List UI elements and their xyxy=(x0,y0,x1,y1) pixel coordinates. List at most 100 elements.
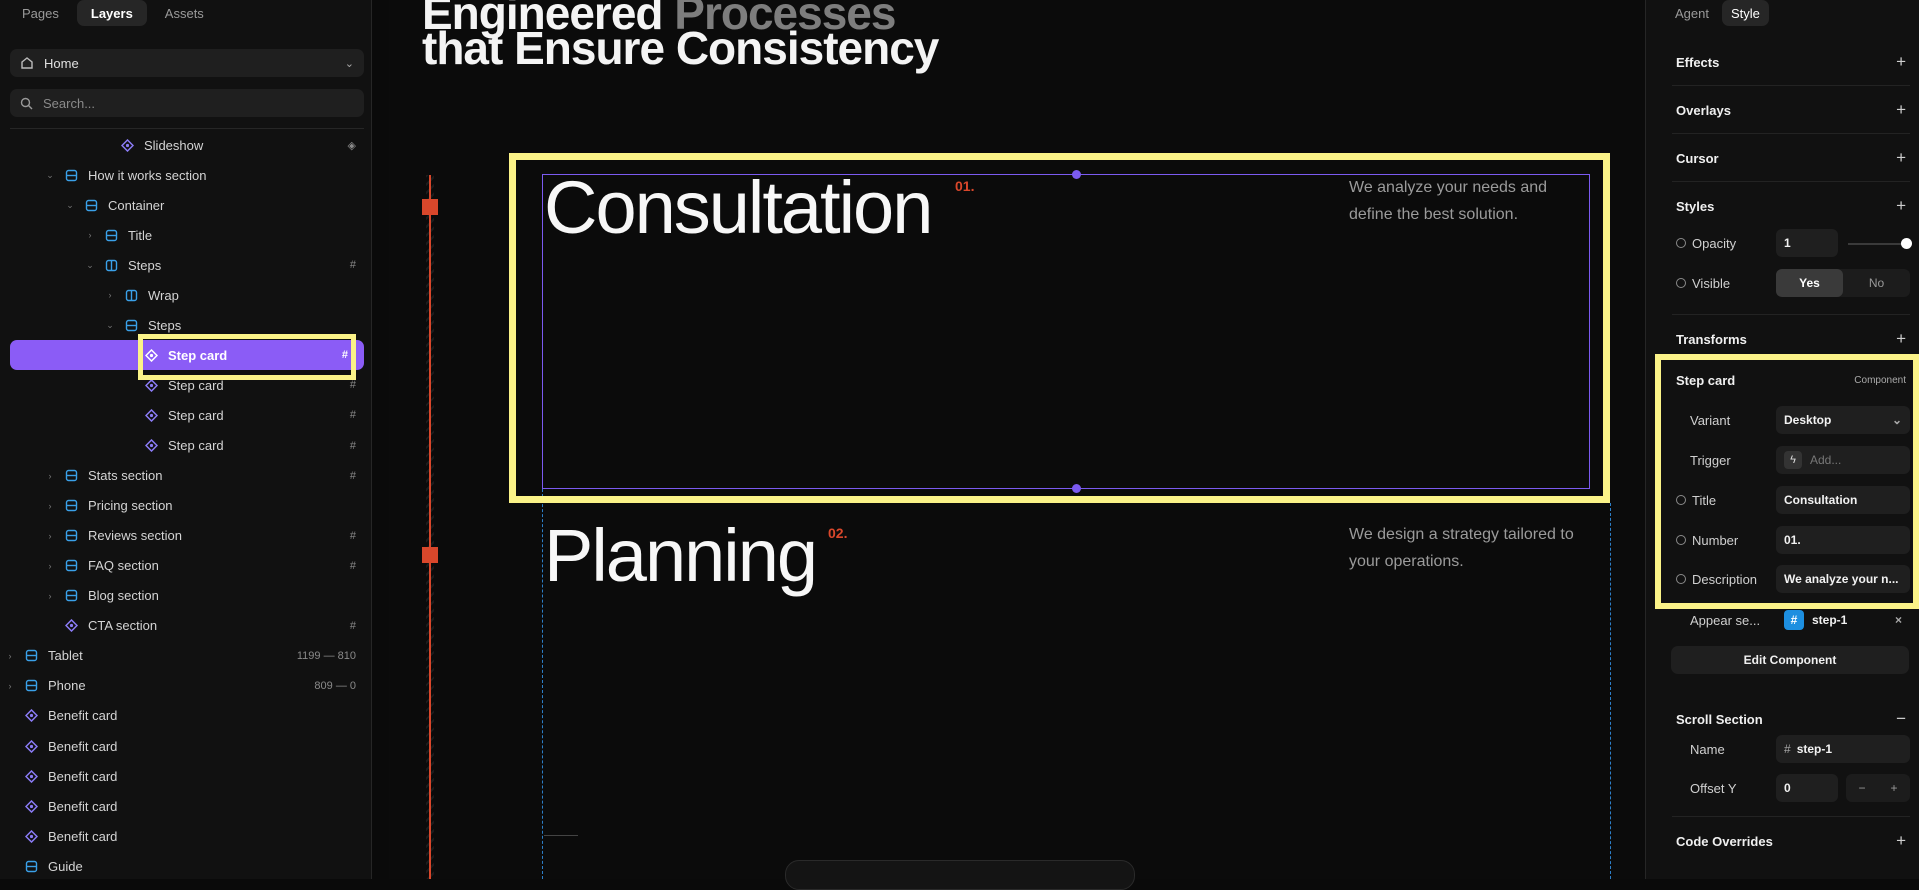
disclosure-arrow-icon[interactable]: › xyxy=(4,651,16,661)
overlays-section[interactable]: Overlays + xyxy=(1676,100,1906,120)
layer-label: Step card xyxy=(168,407,224,423)
layer-item[interactable]: ⌄ How it works section xyxy=(0,160,372,190)
layer-item[interactable]: › Stats section # xyxy=(0,461,372,491)
layer-item[interactable]: › Blog section xyxy=(0,581,372,611)
stack-icon xyxy=(84,198,98,212)
scroll-section-header[interactable]: Scroll Section − xyxy=(1676,709,1906,729)
layer-item[interactable]: › Reviews section # xyxy=(0,521,372,551)
frame-icon: # xyxy=(349,259,356,272)
disclosure-arrow-icon[interactable]: › xyxy=(84,230,96,240)
appear-value-field[interactable]: # step-1 × xyxy=(1776,606,1910,634)
tab-assets[interactable]: Assets xyxy=(151,0,218,26)
minus-icon[interactable]: − xyxy=(1846,774,1878,802)
disclosure-arrow-icon[interactable]: ⌄ xyxy=(84,260,96,271)
layer-item[interactable]: ⌄ Steps # xyxy=(0,250,372,280)
plus-icon[interactable]: + xyxy=(1878,774,1910,802)
scroll-name-input[interactable]: # step-1 xyxy=(1776,735,1910,763)
variable-icon[interactable] xyxy=(1676,238,1686,248)
slider-thumb[interactable] xyxy=(1901,238,1912,249)
tab-layers[interactable]: Layers xyxy=(76,0,147,26)
layer-item[interactable]: Step card # xyxy=(0,431,372,461)
layer-label: How it works section xyxy=(88,167,207,183)
disclosure-arrow-icon[interactable]: › xyxy=(44,471,56,481)
layer-item[interactable]: Benefit card xyxy=(0,731,372,761)
layer-item[interactable]: ⌄ Container xyxy=(0,190,372,220)
minus-icon[interactable]: − xyxy=(1896,709,1906,729)
disclosure-arrow-icon[interactable]: ⌄ xyxy=(104,320,116,331)
tab-agent[interactable]: Agent xyxy=(1666,0,1718,26)
plus-icon[interactable]: + xyxy=(1896,148,1906,168)
layer-label: Pricing section xyxy=(88,498,173,514)
disclosure-arrow-icon[interactable]: ⌄ xyxy=(64,200,76,211)
layer-label: CTA section xyxy=(88,618,158,634)
layer-item[interactable]: Step card # xyxy=(0,400,372,430)
edit-component-button[interactable]: Edit Component xyxy=(1671,646,1909,674)
layer-item[interactable]: Benefit card xyxy=(0,761,372,791)
plus-icon[interactable]: + xyxy=(1896,831,1906,851)
disclosure-arrow-icon[interactable]: › xyxy=(44,531,56,541)
plus-icon[interactable]: + xyxy=(1896,100,1906,120)
stack-icon xyxy=(64,499,78,513)
divider xyxy=(10,128,364,129)
scroll-name-value: step-1 xyxy=(1796,742,1833,756)
layer-item[interactable]: › Tablet 1199 — 810 xyxy=(0,641,372,671)
layer-item[interactable]: Benefit card xyxy=(0,821,372,851)
disclosure-arrow-icon[interactable]: › xyxy=(44,501,56,511)
code-overrides-section[interactable]: Code Overrides + xyxy=(1676,831,1906,851)
disclosure-arrow-icon[interactable]: › xyxy=(104,290,116,300)
resize-handle[interactable] xyxy=(1072,484,1081,493)
canvas-toolbar[interactable] xyxy=(785,860,1135,890)
cursor-section[interactable]: Cursor + xyxy=(1676,148,1906,168)
effects-section[interactable]: Effects + xyxy=(1676,52,1906,72)
disclosure-arrow-icon[interactable]: › xyxy=(4,681,16,691)
hash-icon: # xyxy=(1784,742,1791,756)
layer-item[interactable]: › Title xyxy=(0,220,372,250)
layers-search[interactable]: Search... xyxy=(10,89,364,117)
plus-icon[interactable]: + xyxy=(1896,196,1906,216)
search-input[interactable]: Search... xyxy=(43,96,95,111)
breakpoint-range: 809 — 0 xyxy=(314,679,356,692)
visible-toggle[interactable]: Yes No xyxy=(1776,269,1910,297)
layer-item[interactable]: CTA section # xyxy=(0,611,372,641)
layer-item[interactable]: › FAQ section # xyxy=(0,551,372,581)
layer-item[interactable]: Guide xyxy=(0,851,372,881)
disclosure-arrow-icon[interactable]: › xyxy=(44,591,56,601)
visible-no[interactable]: No xyxy=(1843,269,1910,297)
layer-item[interactable]: › Wrap xyxy=(0,280,372,310)
step-marker xyxy=(422,199,438,215)
layer-item[interactable]: › Pricing section xyxy=(0,491,372,521)
page-selector[interactable]: Home ⌄ xyxy=(10,49,364,77)
tab-pages[interactable]: Pages xyxy=(8,0,73,26)
frame-icon: # xyxy=(349,469,356,482)
layer-item[interactable]: Slideshow ◈ xyxy=(0,130,372,160)
close-icon[interactable]: × xyxy=(1895,613,1902,627)
component-icon xyxy=(144,408,158,422)
offset-stepper[interactable]: − + xyxy=(1846,774,1910,802)
transforms-section[interactable]: Transforms + xyxy=(1676,329,1906,349)
layer-item[interactable]: › Phone 809 — 0 xyxy=(0,671,372,701)
opacity-input[interactable]: 1 xyxy=(1776,229,1838,257)
divider xyxy=(544,835,578,836)
divider xyxy=(1672,314,1910,315)
stack-icon xyxy=(64,469,78,483)
layer-label: Blog section xyxy=(88,588,159,604)
step-description: We design a strategy tailored to your op… xyxy=(1349,526,1574,570)
styles-section[interactable]: Styles + xyxy=(1676,196,1906,216)
component-icon xyxy=(24,799,38,813)
plus-icon[interactable]: + xyxy=(1896,52,1906,72)
layer-item[interactable]: Benefit card xyxy=(0,791,372,821)
layer-item[interactable]: Benefit card xyxy=(0,701,372,731)
component-icon xyxy=(24,739,38,753)
section-title: Effects xyxy=(1676,54,1720,70)
disclosure-arrow-icon[interactable]: › xyxy=(44,561,56,571)
variable-icon[interactable] xyxy=(1676,278,1686,288)
design-canvas[interactable]: Engineered Processes that Ensure Consist… xyxy=(389,0,1645,890)
opacity-slider[interactable] xyxy=(1848,243,1906,245)
resize-handle[interactable] xyxy=(1072,170,1081,179)
disclosure-arrow-icon[interactable]: ⌄ xyxy=(44,170,56,181)
offset-input[interactable]: 0 xyxy=(1776,774,1838,802)
component-icon xyxy=(144,378,158,392)
plus-icon[interactable]: + xyxy=(1896,329,1906,349)
visible-yes[interactable]: Yes xyxy=(1776,269,1843,297)
tab-style[interactable]: Style xyxy=(1721,0,1769,26)
